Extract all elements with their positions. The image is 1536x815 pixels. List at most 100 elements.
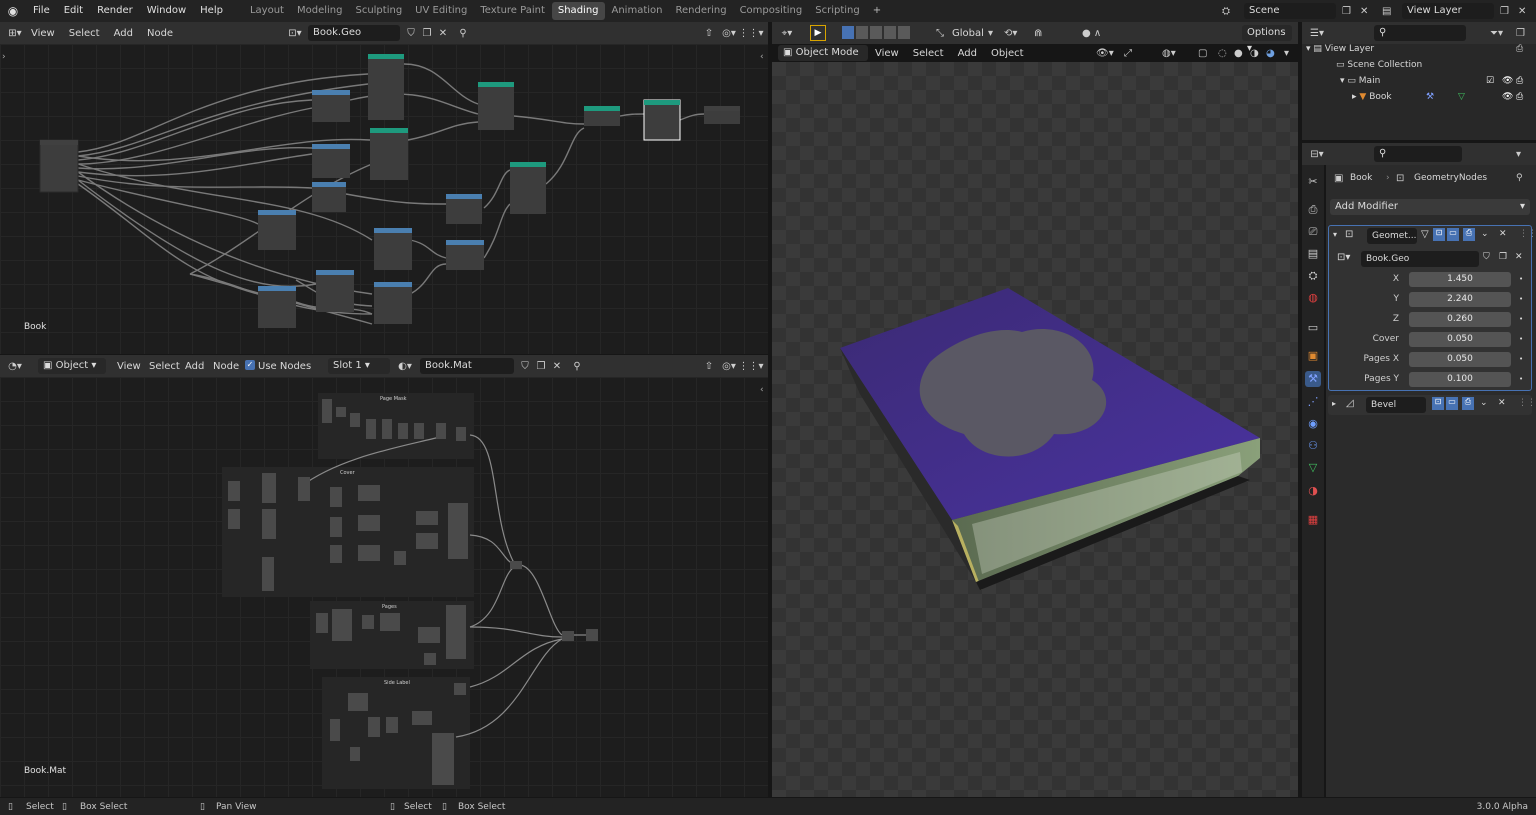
geo-tree-field[interactable]: Book.Geo — [308, 25, 400, 41]
menu-file[interactable]: File — [26, 0, 57, 22]
outliner-editor-type-icon[interactable]: ☰▾ — [1308, 25, 1326, 41]
mat-overlay-icon[interactable]: ◎▾ — [720, 358, 738, 374]
sidebar-toggle-icon[interactable]: ‹ — [760, 52, 764, 62]
view-layer-new-icon[interactable]: ❐ — [1500, 6, 1509, 17]
scene-tab-icon[interactable]: ⛭ — [1305, 268, 1321, 284]
mod2-menu-icon[interactable]: ⌄ — [1480, 398, 1488, 408]
select-mode-intersect-icon[interactable] — [898, 26, 910, 39]
mod1-name-field[interactable]: Geomet... — [1367, 228, 1417, 244]
book-camera-icon[interactable]: ⎙ — [1516, 92, 1523, 102]
mod1-cage-icon[interactable]: ⊡ — [1433, 228, 1445, 241]
overlays-icon[interactable]: ◍▾ — [1162, 48, 1176, 59]
shader-editor-type-icon[interactable]: ◔▾ — [6, 358, 24, 374]
blender-logo-icon[interactable]: ◉ — [0, 4, 26, 18]
snap-magnet-icon[interactable]: ⋒ — [1034, 28, 1042, 39]
menu-window[interactable]: Window — [140, 0, 193, 22]
viewport-menu-view[interactable]: View — [868, 48, 906, 59]
input-cover-keyframe-icon[interactable]: • — [1519, 335, 1523, 343]
mat-unlink-icon[interactable]: ✕ — [548, 358, 566, 374]
shading-options-icon[interactable]: ▾ — [1284, 48, 1289, 59]
mod1-duplicate-icon[interactable]: ❐ — [1499, 252, 1507, 262]
menu-render[interactable]: Render — [90, 0, 140, 22]
outliner-row-scene-collection[interactable]: ▭ Scene Collection — [1336, 60, 1422, 70]
tab-compositing[interactable]: Compositing — [734, 2, 809, 20]
geo-menu-view[interactable]: View — [24, 28, 62, 39]
mod1-tree-field[interactable]: Book.Geo — [1361, 251, 1479, 267]
3d-viewport[interactable] — [772, 62, 1298, 797]
mod1-fake-user-icon[interactable]: ⛉ — [1483, 252, 1490, 262]
outliner-row-main[interactable]: ▾ ▭ Main — [1340, 76, 1380, 86]
prop-object-name[interactable]: Book — [1350, 173, 1372, 183]
geo-menu-select[interactable]: Select — [62, 28, 107, 39]
select-mode-subtract-icon[interactable] — [870, 26, 882, 39]
tab-rendering[interactable]: Rendering — [669, 2, 732, 20]
menu-edit[interactable]: Edit — [57, 0, 90, 22]
mod1-unlink-icon[interactable]: ✕ — [1515, 252, 1523, 262]
prop-modifier-tree[interactable]: GeometryNodes — [1414, 173, 1487, 183]
shader-node-editor[interactable]: Page Mask Cover Pages Side Label Book.Ma… — [0, 377, 768, 797]
viewport-menu-add[interactable]: Add — [951, 48, 984, 59]
render-tab-icon[interactable]: ⎙ — [1305, 202, 1321, 218]
scene-field[interactable]: Scene — [1244, 3, 1336, 19]
world-tab-icon[interactable]: ◍ — [1305, 290, 1321, 306]
output-tab-icon[interactable]: ⎚ — [1305, 224, 1321, 240]
add-modifier-dropdown[interactable]: Add Modifier ▾ — [1330, 199, 1530, 215]
prop-pin-icon[interactable]: ⚲ — [1516, 173, 1523, 183]
input-y-keyframe-icon[interactable]: • — [1519, 295, 1523, 303]
tab-modeling[interactable]: Modeling — [291, 2, 349, 20]
input-pages-y-field[interactable]: 0.100 — [1409, 371, 1511, 387]
geo-menu-node[interactable]: Node — [140, 28, 180, 39]
new-collection-icon[interactable]: ❐ — [1516, 28, 1525, 39]
mat-parent-icon[interactable]: ⇧ — [700, 358, 718, 374]
shading-solid-icon[interactable]: ● — [1234, 48, 1243, 59]
material-icon[interactable]: ◐▾ — [396, 358, 414, 374]
visibility-icon[interactable]: 👁▾ — [1096, 48, 1114, 59]
add-workspace-icon[interactable]: + — [867, 2, 887, 20]
view-layer-icon[interactable]: ▤ — [1382, 6, 1391, 17]
mod1-close-icon[interactable]: ✕ — [1499, 229, 1507, 239]
filter-icon[interactable]: ⏷▾ — [1490, 28, 1503, 39]
mod1-menu-icon[interactable]: ⌄ — [1481, 229, 1489, 239]
slot-dropdown[interactable]: Slot 1 ▾ — [328, 358, 390, 374]
snap-icon[interactable]: ⋮⋮▾ — [738, 25, 763, 41]
view-layer-tab-icon[interactable]: ▤ — [1305, 246, 1321, 262]
pin-icon[interactable]: ⚲ — [454, 25, 472, 41]
material-field[interactable]: Book.Mat — [420, 358, 514, 374]
mod1-render-icon[interactable]: ⎙ — [1463, 228, 1475, 241]
input-pages-x-keyframe-icon[interactable]: • — [1519, 355, 1523, 363]
object-type-dropdown[interactable]: ▣ Object ▾ — [38, 358, 106, 374]
object-tab-icon[interactable]: ▣ — [1305, 348, 1321, 364]
xray-icon[interactable]: ▢ — [1198, 48, 1207, 59]
scene-close-icon[interactable]: ✕ — [1360, 6, 1368, 17]
book-eye-icon[interactable]: 👁 — [1502, 92, 1513, 102]
tab-animation[interactable]: Animation — [606, 2, 669, 20]
input-pages-y-keyframe-icon[interactable]: • — [1519, 375, 1523, 383]
material-tab-icon[interactable]: ◑ — [1305, 483, 1321, 499]
mod1-viewport-icon[interactable]: ▭ — [1447, 228, 1459, 241]
book-object[interactable] — [772, 62, 1298, 797]
toolbar-toggle-icon[interactable]: › — [2, 52, 6, 62]
object-mode-dropdown[interactable]: ▣ Object Mode ▾ — [778, 45, 868, 74]
viewport-menu-select[interactable]: Select — [906, 48, 951, 59]
select-mode-new-icon[interactable] — [842, 26, 854, 39]
main-expand-icon[interactable]: ▾ — [1340, 76, 1345, 86]
modifier-tab-icon[interactable]: ⚒ — [1305, 371, 1321, 387]
node-tree-icon[interactable]: ⊡▾ — [286, 25, 304, 41]
outliner-camera-icon[interactable]: ⎙ — [1516, 44, 1523, 54]
shader-sidebar-toggle-icon[interactable]: ‹ — [760, 385, 764, 395]
proportional-edit-icon[interactable]: ● ∧ — [1082, 28, 1101, 39]
input-pages-x-field[interactable]: 0.050 — [1409, 351, 1511, 367]
input-x-keyframe-icon[interactable]: • — [1519, 275, 1523, 283]
mod2-name-field[interactable]: Bevel — [1366, 397, 1426, 413]
data-tab-icon[interactable]: ▽ — [1305, 460, 1321, 476]
texture-tab-icon[interactable]: ▦ — [1305, 512, 1321, 528]
input-z-keyframe-icon[interactable]: • — [1519, 315, 1523, 323]
shader-menu-node[interactable]: Node — [206, 361, 246, 372]
editor-type-icon[interactable]: ⊞▾ — [6, 25, 24, 41]
input-y-field[interactable]: 2.240 — [1409, 291, 1511, 307]
mod2-close-icon[interactable]: ✕ — [1498, 398, 1506, 408]
shading-wire-icon[interactable]: ◌ — [1218, 48, 1227, 59]
overlay-icon[interactable]: ◎▾ — [720, 25, 738, 41]
tab-shading[interactable]: Shading — [551, 2, 605, 20]
options-dropdown[interactable]: Options ▾ — [1242, 25, 1292, 54]
